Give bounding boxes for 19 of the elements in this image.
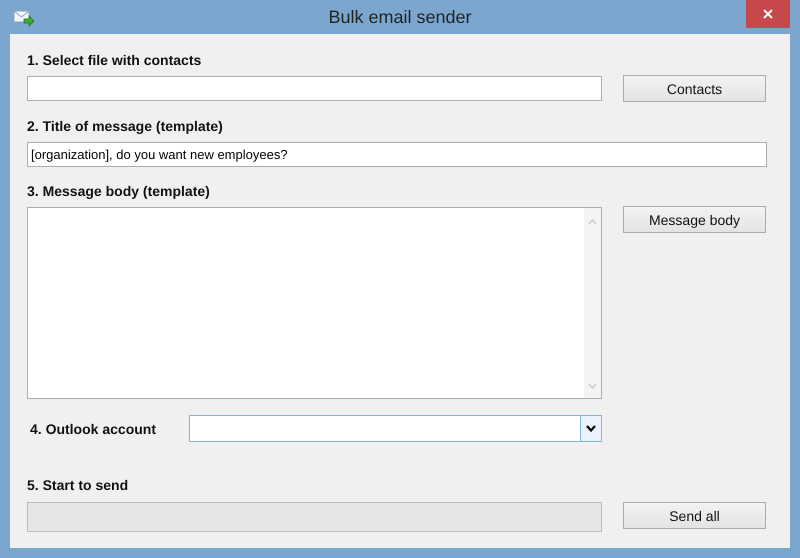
window-title: Bulk email sender: [328, 6, 472, 28]
section-label: 4. Outlook account: [30, 420, 158, 438]
section-label: 3. Message body (template): [27, 182, 211, 200]
close-button[interactable]: [746, 0, 790, 28]
scroll-up-icon[interactable]: [588, 219, 597, 225]
account-dropdown[interactable]: [189, 415, 602, 442]
button[interactable]: Send all: [623, 502, 766, 529]
input-field[interactable]: [organization], do you want new employees?: [27, 142, 767, 167]
envelope-arrow-icon: [13, 9, 35, 27]
button[interactable]: Message body: [623, 206, 766, 233]
close-icon: [763, 9, 773, 19]
text-area[interactable]: [27, 207, 602, 399]
section-label: 2. Title of message (template): [27, 117, 224, 135]
scroll-down-icon[interactable]: [588, 383, 597, 389]
input-field[interactable]: [27, 76, 602, 101]
button[interactable]: Contacts: [623, 75, 766, 102]
chevron-down-icon: [586, 425, 596, 432]
section-label: 1. Select file with contacts: [27, 51, 202, 69]
section-label: 5. Start to send: [27, 476, 130, 494]
